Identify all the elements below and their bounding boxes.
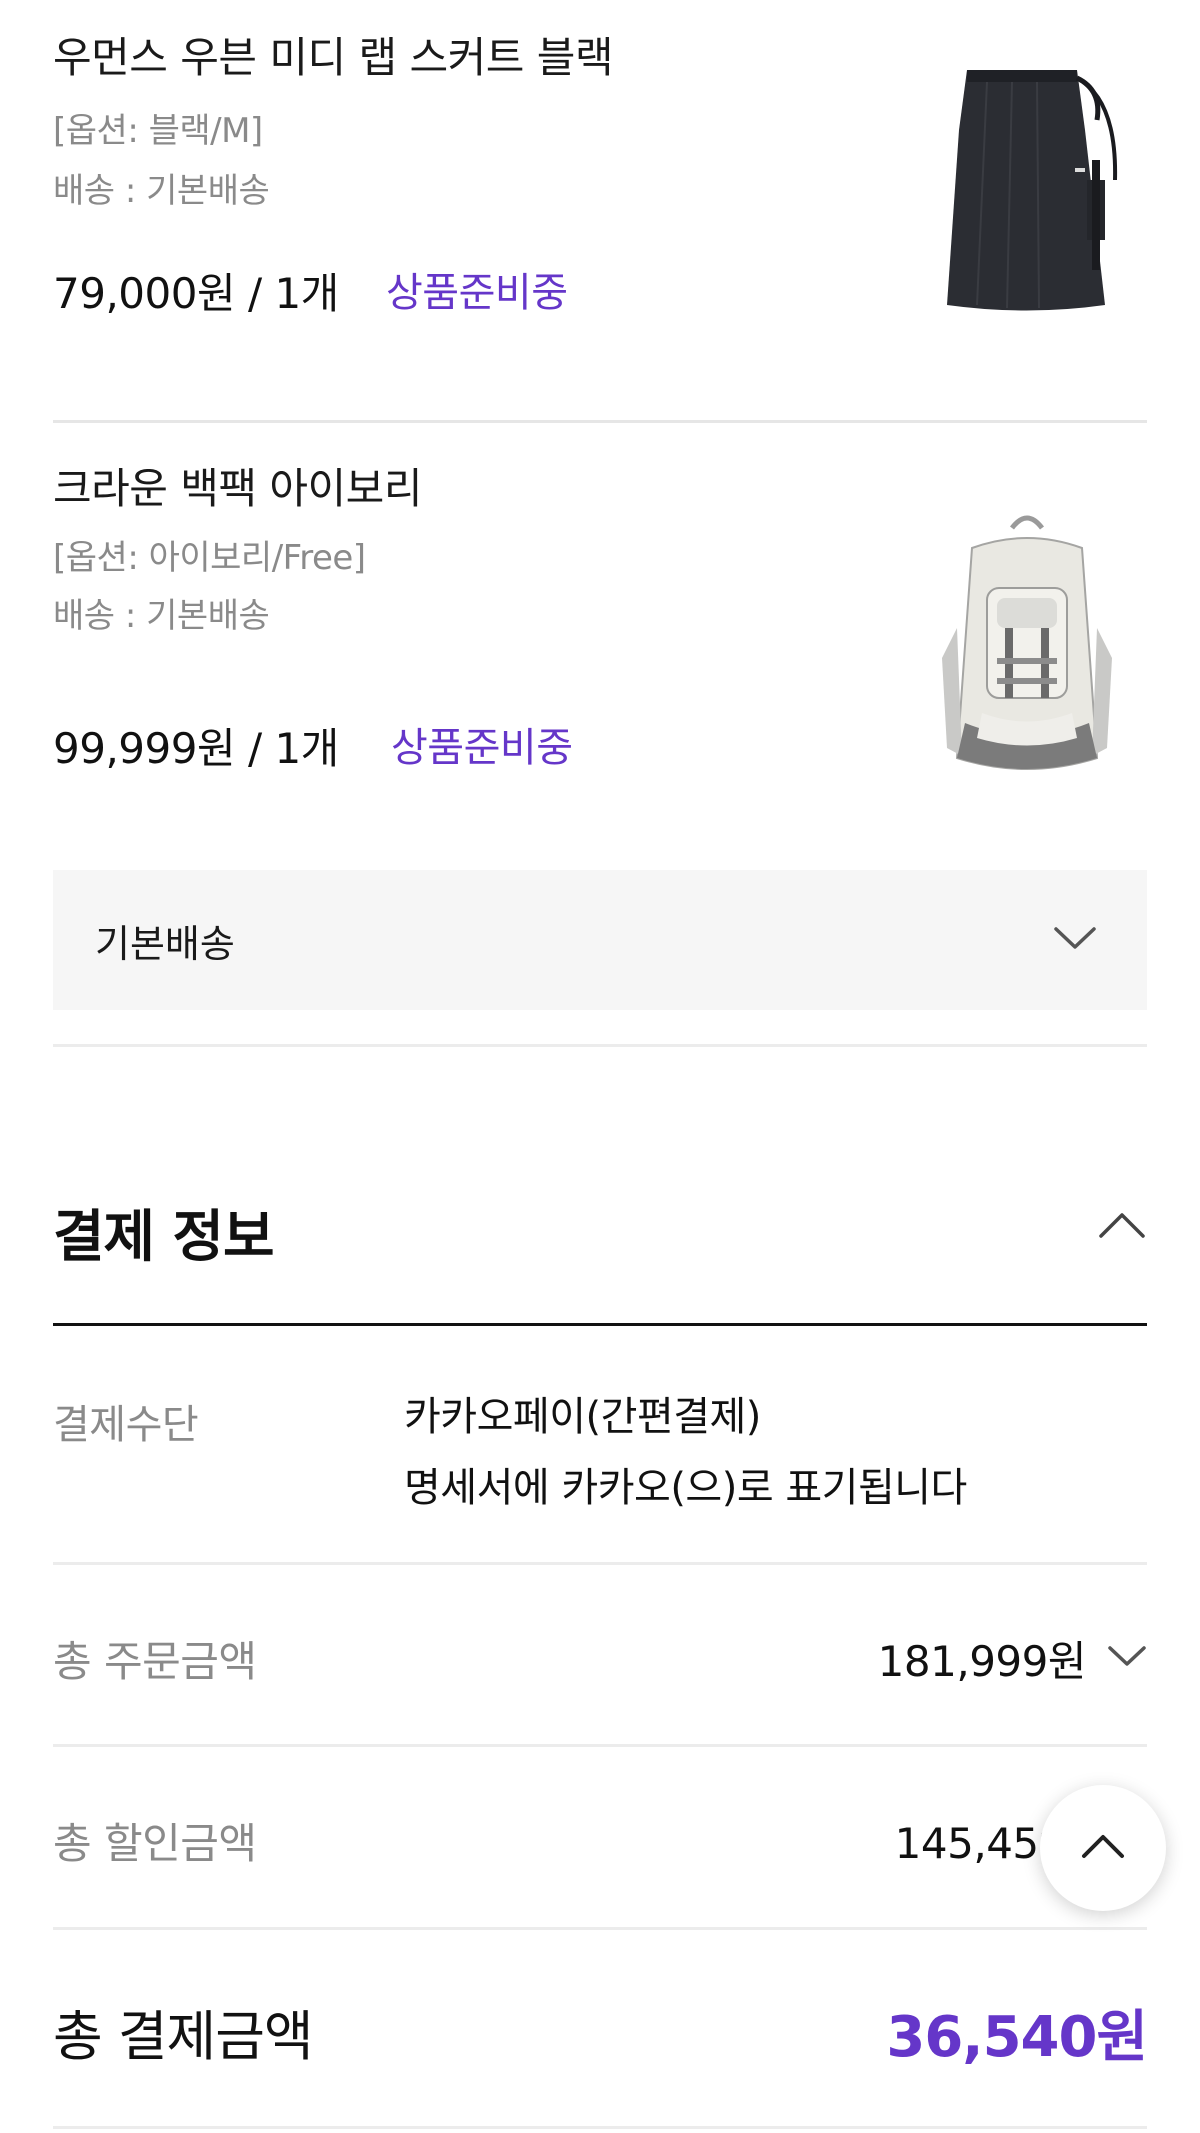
row-divider <box>53 1562 1147 1565</box>
total-order-label: 총 주문금액 <box>53 1637 257 1686</box>
backpack-image[interactable] <box>907 503 1147 803</box>
product-name[interactable]: 크라운 백팩 아이보리 <box>53 455 422 516</box>
total-order-value: 181,999원 <box>877 1637 1087 1686</box>
chevron-up-icon <box>1080 1832 1126 1864</box>
order-status: 상품준비중 <box>391 725 573 771</box>
skirt-image[interactable] <box>907 50 1147 340</box>
product-option: [옵션: 블랙/M] <box>53 111 263 151</box>
row-divider <box>53 1927 1147 1930</box>
total-discount-label: 총 할인금액 <box>53 1819 257 1868</box>
payment-info-title: 결제 정보 <box>53 1205 275 1270</box>
payment-method-value: 카카오페이(간편결제) <box>404 1394 761 1440</box>
chevron-down-icon <box>1053 925 1097 955</box>
order-item[interactable]: 크라운 백팩 아이보리 [옵션: 아이보리/Free] 배송 : 기본배송 99… <box>53 423 1147 843</box>
chevron-up-icon[interactable] <box>1097 1210 1147 1244</box>
row-divider <box>53 1744 1147 1747</box>
row-divider <box>53 2126 1147 2129</box>
payment-method-label: 결제수단 <box>53 1402 199 1448</box>
product-shipping: 배송 : 기본배송 <box>53 171 270 211</box>
product-price-qty: 99,999원 / 1개 <box>53 724 339 773</box>
product-shipping: 배송 : 기본배송 <box>53 596 270 636</box>
product-name[interactable]: 우먼스 우븐 미디 랩 스커트 블랙 <box>53 24 614 85</box>
shipping-method-value: 기본배송 <box>95 921 235 966</box>
payment-title-underline <box>53 1323 1147 1326</box>
product-price-qty: 79,000원 / 1개 <box>53 269 339 318</box>
total-payment-label: 총 결제금액 <box>53 2005 314 2068</box>
chevron-down-icon[interactable] <box>1107 1644 1147 1672</box>
order-item[interactable]: 우먼스 우븐 미디 랩 스커트 블랙 [옵션: 블랙/M] 배송 : 기본배송 … <box>53 0 1147 420</box>
scroll-to-top-button[interactable] <box>1040 1785 1166 1911</box>
order-status: 상품준비중 <box>386 270 568 316</box>
product-option: [옵션: 아이보리/Free] <box>53 538 366 578</box>
payment-method-note: 명세서에 카카오(으)로 표기됩니다 <box>404 1465 967 1511</box>
shipping-method-select[interactable]: 기본배송 <box>53 870 1147 1010</box>
total-payment-value: 36,540원 <box>886 2005 1148 2070</box>
section-divider <box>53 1044 1147 1047</box>
order-items-list: 우먼스 우븐 미디 랩 스커트 블랙 [옵션: 블랙/M] 배송 : 기본배송 … <box>53 0 1147 843</box>
